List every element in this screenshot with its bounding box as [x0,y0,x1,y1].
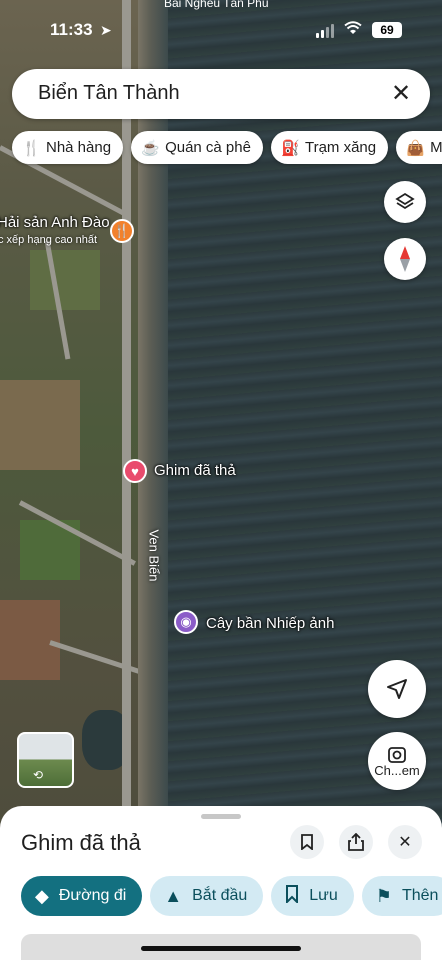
sheet-handle[interactable] [201,814,241,819]
layers-button[interactable] [384,181,426,223]
coffee-icon: ☕ [141,139,160,157]
gas-station-icon: ⛽ [280,139,300,157]
place-label-photo-spot[interactable]: Cây bần Nhiếp ảnh [206,615,334,632]
action-label: Thên [401,887,439,904]
restaurant-icon: 🍴 [22,139,41,157]
battery-indicator: 69 [372,22,402,38]
action-label: Đường đi [58,887,127,904]
category-chips: 🍴 Nhà hàng ☕ Quán cà phê ⛽ Trạm xăng 👜 M… [12,131,442,164]
start-button[interactable]: ▲ Bắt đầu [150,876,264,916]
place-label-seafood[interactable]: Hải sản Anh Đào [0,214,110,231]
search-bar[interactable]: Biển Tân Thành ✕ [12,69,430,119]
close-icon[interactable]: ✕ [386,79,416,109]
share-icon[interactable] [339,825,373,859]
place-sheet: Ghim đã thả ✕ ◆ Đường đi ▲ Bắt đầu Lưu ⚑… [0,806,442,960]
directions-button[interactable]: ◆ Đường đi [21,876,143,916]
street-view-thumbnail[interactable]: ⟲ [17,732,74,788]
home-indicator[interactable] [141,946,301,951]
save-button[interactable]: Lưu [271,876,354,916]
action-label: Lưu [309,887,338,904]
navigation-arrow-icon: ▲ [164,885,183,906]
heart-pin-icon[interactable]: ♥ [123,459,147,483]
action-label: Bắt đầu [192,887,248,904]
camera-lens-icon [388,746,406,763]
navigation-arrow-icon [387,679,407,699]
shopping-bag-icon: 👜 [406,139,425,157]
compass-button[interactable] [384,238,426,280]
cellular-signal-icon [316,24,334,38]
sheet-title: Ghim đã thả [21,830,141,855]
layers-icon [395,192,415,210]
my-location-button[interactable] [368,660,426,718]
bookmark-icon[interactable] [290,825,324,859]
location-arrow-icon: ➤ [100,22,112,38]
restaurant-pin-icon[interactable]: 🍴 [110,219,134,243]
lens-label: Ch...em [374,762,420,778]
search-input[interactable]: Biển Tân Thành [38,82,180,105]
farm-field [30,250,100,310]
compass-icon [400,246,410,272]
wifi-icon [344,21,362,40]
directions-icon: ◆ [35,885,49,906]
chip-label: Mu [430,139,442,156]
camera-pin-icon[interactable]: ◉ [174,610,198,634]
status-time: 11:33 [50,20,93,39]
rotate-360-icon: ⟲ [33,768,44,782]
chip-gas-stations[interactable]: ⛽ Trạm xăng [270,131,389,164]
chip-cafes[interactable]: ☕ Quán cà phê [131,131,263,164]
lens-button[interactable]: Ch...em [368,732,426,790]
road-label: Ven Biển [146,529,162,582]
flag-icon: ⚑ [375,885,392,906]
chip-label: Nhà hàng [46,139,112,156]
add-button[interactable]: ⚑ Thên [361,876,442,916]
farm-field [0,380,80,470]
chip-restaurants[interactable]: 🍴 Nhà hàng [12,131,124,164]
chip-label: Quán cà phê [165,139,251,156]
place-label-dropped-pin[interactable]: Ghim đã thả [154,462,236,479]
close-icon[interactable]: ✕ [388,825,422,859]
chip-label: Trạm xăng [304,139,377,156]
chip-shopping[interactable]: 👜 Mu [396,131,442,164]
top-place-label: Bãi Nghêu Tân Phú [164,0,269,10]
place-sublabel-seafood: c xếp hạng cao nhất [0,234,98,246]
bookmark-icon [285,884,299,908]
action-buttons: ◆ Đường đi ▲ Bắt đầu Lưu ⚑ Thên [21,876,442,916]
